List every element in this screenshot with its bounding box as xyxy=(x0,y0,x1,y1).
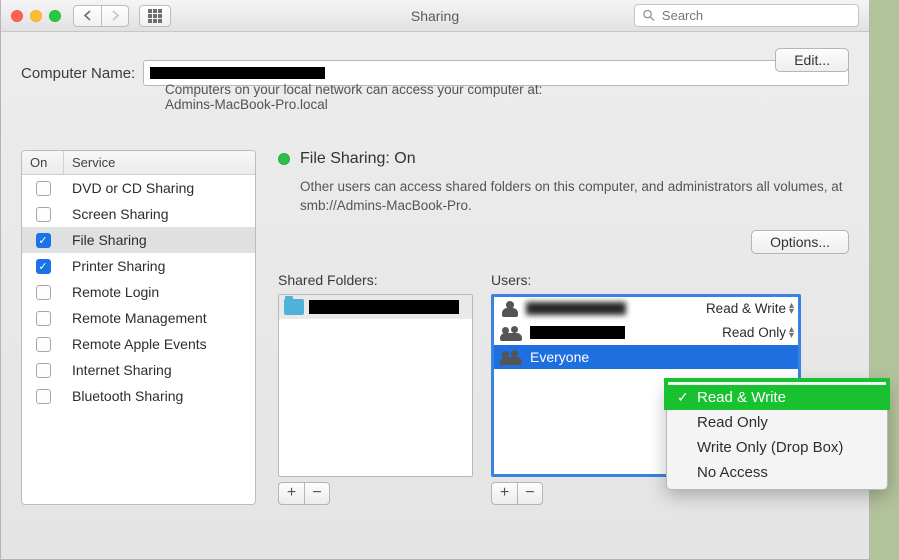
user-row[interactable]: Read Only ▴▾ xyxy=(494,321,798,345)
col-header-service: Service xyxy=(64,151,255,174)
remove-user-button[interactable]: − xyxy=(517,482,543,505)
sharing-prefpane-window: Sharing Computer Name: Edit... Computers… xyxy=(0,0,870,560)
shared-folder-row[interactable] xyxy=(279,295,472,319)
permission-menu-item[interactable]: No Access xyxy=(667,460,887,485)
services-table: On Service DVD or CD Sharing Screen Shari… xyxy=(21,150,256,505)
forward-button[interactable] xyxy=(101,5,129,27)
hostname-hint: Computers on your local network can acce… xyxy=(165,82,849,112)
nav-buttons xyxy=(73,5,129,27)
service-label: Remote Apple Events xyxy=(64,336,255,352)
user-icon xyxy=(500,301,520,317)
computer-name-value-redacted xyxy=(150,67,325,79)
service-label: File Sharing xyxy=(64,232,255,248)
services-header: On Service xyxy=(22,151,255,175)
service-label: Screen Sharing xyxy=(64,206,255,222)
shared-folders-heading: Shared Folders: xyxy=(278,272,473,288)
service-row-screen-sharing[interactable]: Screen Sharing xyxy=(22,201,255,227)
zoom-window[interactable] xyxy=(49,10,61,22)
service-label: Internet Sharing xyxy=(64,362,255,378)
chevron-left-icon xyxy=(83,10,92,21)
permission-menu-item[interactable]: ✓Read & Write xyxy=(667,385,887,410)
user-row[interactable]: Everyone xyxy=(494,345,798,369)
col-header-on: On xyxy=(22,151,64,174)
search-icon xyxy=(643,9,655,22)
close-window[interactable] xyxy=(11,10,23,22)
service-label: Remote Management xyxy=(64,310,255,326)
grid-icon xyxy=(148,9,162,23)
show-all-button[interactable] xyxy=(139,5,171,27)
user-permission[interactable]: Read Only ▴▾ xyxy=(722,325,794,340)
service-checkbox[interactable] xyxy=(36,207,51,222)
remove-shared-folder-button[interactable]: − xyxy=(304,482,330,505)
service-checkbox[interactable] xyxy=(36,181,51,196)
checkmark-icon: ✓ xyxy=(677,389,689,406)
service-checkbox[interactable]: ✓ xyxy=(36,233,51,248)
service-checkbox[interactable] xyxy=(36,311,51,326)
edit-hostname-button[interactable]: Edit... xyxy=(775,48,849,72)
permission-menu-item[interactable]: Write Only (Drop Box) xyxy=(667,435,887,460)
permission-menu-item[interactable]: Read Only xyxy=(667,410,887,435)
service-label: Remote Login xyxy=(64,284,255,300)
search-field[interactable] xyxy=(634,4,859,27)
window-controls xyxy=(11,10,61,22)
options-button[interactable]: Options... xyxy=(751,230,849,254)
service-row-remote-apple-events[interactable]: Remote Apple Events xyxy=(22,331,255,357)
shared-folders-list[interactable] xyxy=(278,294,473,477)
shared-folder-name-redacted xyxy=(309,300,459,314)
group-icon xyxy=(500,349,524,365)
service-label: DVD or CD Sharing xyxy=(64,180,255,196)
service-row-remote-login[interactable]: Remote Login xyxy=(22,279,255,305)
service-row-bluetooth-sharing[interactable]: Bluetooth Sharing xyxy=(22,383,255,409)
service-checkbox[interactable] xyxy=(36,363,51,378)
computer-name-label: Computer Name: xyxy=(21,65,135,82)
titlebar: Sharing xyxy=(1,0,869,32)
user-name-redacted xyxy=(526,302,626,315)
user-name: Everyone xyxy=(530,349,589,365)
search-input[interactable] xyxy=(660,7,850,24)
user-name-redacted xyxy=(530,326,625,339)
status-indicator-icon xyxy=(278,153,290,165)
add-shared-folder-button[interactable]: + xyxy=(278,482,304,505)
add-user-button[interactable]: + xyxy=(491,482,517,505)
service-checkbox[interactable]: ✓ xyxy=(36,259,51,274)
folder-icon xyxy=(284,299,304,315)
service-checkbox[interactable] xyxy=(36,285,51,300)
service-row-internet-sharing[interactable]: Internet Sharing xyxy=(22,357,255,383)
service-row-file-sharing[interactable]: ✓ File Sharing xyxy=(22,227,255,253)
permission-menu[interactable]: ✓Read & WriteRead OnlyWrite Only (Drop B… xyxy=(666,380,888,490)
user-row[interactable]: Read & Write ▴▾ xyxy=(494,297,798,321)
chevron-right-icon xyxy=(111,10,120,21)
minimize-window[interactable] xyxy=(30,10,42,22)
hostname-hint-line2: Admins-MacBook-Pro.local xyxy=(165,97,849,112)
user-permission[interactable]: Read & Write ▴▾ xyxy=(706,301,794,316)
service-checkbox[interactable] xyxy=(36,337,51,352)
status-description: Other users can access shared folders on… xyxy=(300,178,849,216)
status-title: File Sharing: On xyxy=(300,150,416,168)
service-checkbox[interactable] xyxy=(36,389,51,404)
service-row-dvd-or-cd-sharing[interactable]: DVD or CD Sharing xyxy=(22,175,255,201)
group-icon xyxy=(500,325,524,341)
service-label: Bluetooth Sharing xyxy=(64,388,255,404)
service-row-remote-management[interactable]: Remote Management xyxy=(22,305,255,331)
stepper-icon: ▴▾ xyxy=(789,327,794,339)
service-row-printer-sharing[interactable]: ✓ Printer Sharing xyxy=(22,253,255,279)
back-button[interactable] xyxy=(73,5,101,27)
service-label: Printer Sharing xyxy=(64,258,255,274)
users-heading: Users: xyxy=(491,272,801,288)
stepper-icon: ▴▾ xyxy=(789,303,794,315)
shared-folders-column: Shared Folders: + − xyxy=(278,272,473,505)
status-line: File Sharing: On xyxy=(278,150,849,168)
shared-folders-addremove: + − xyxy=(278,482,473,505)
